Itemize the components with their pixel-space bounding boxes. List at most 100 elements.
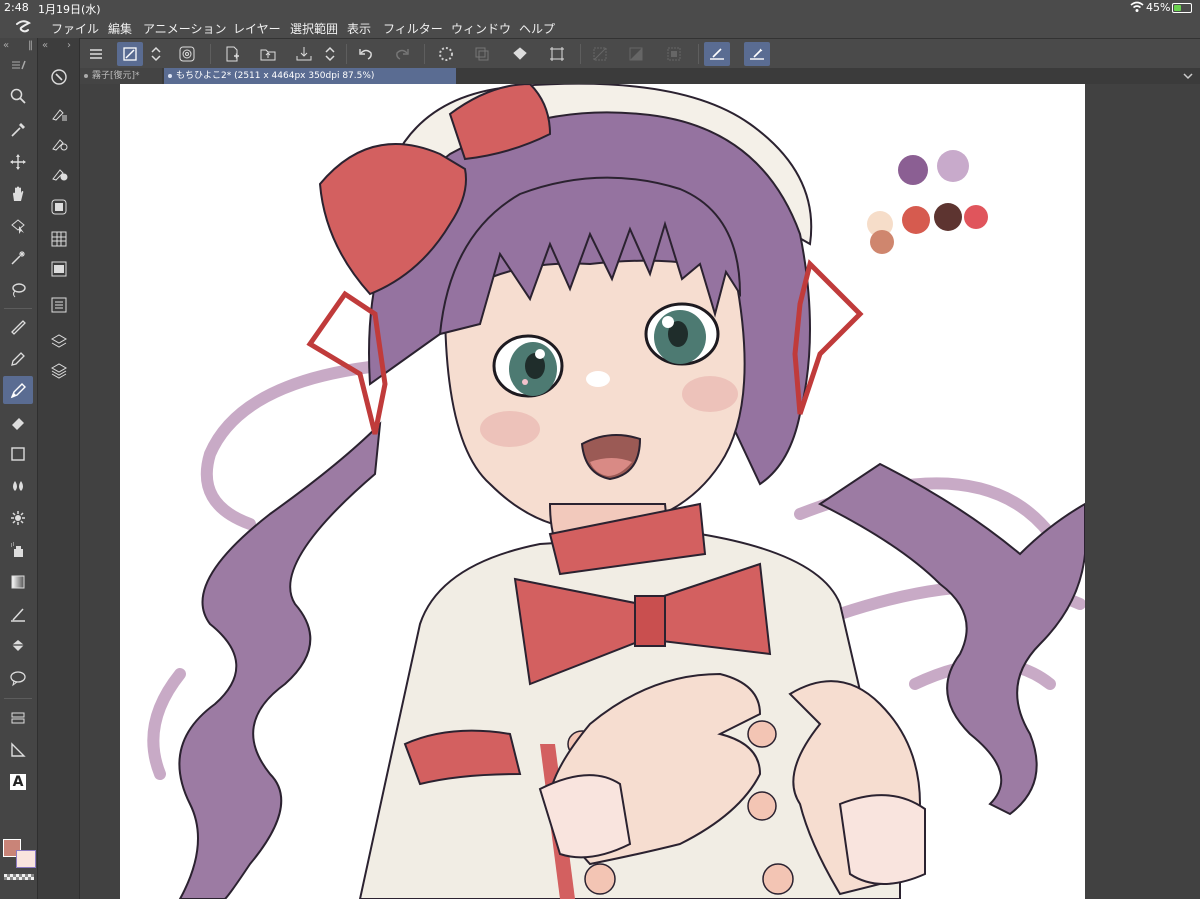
undo-icon[interactable] (353, 42, 379, 66)
blend-icon[interactable] (3, 472, 33, 500)
chevron-right-icon[interactable]: › (67, 40, 71, 51)
color-set-icon[interactable] (48, 196, 70, 218)
menu-icon[interactable] (83, 42, 109, 66)
layers-icon[interactable] (48, 360, 70, 382)
fill-icon[interactable] (507, 42, 533, 66)
tab-dot (168, 74, 172, 78)
text-icon[interactable]: A (3, 768, 33, 796)
tab-label: 霧子[復元]* (92, 71, 140, 81)
canvas-size-icon[interactable] (544, 42, 570, 66)
brush-icon[interactable] (3, 376, 33, 404)
ruler-pen-icon[interactable] (704, 42, 730, 66)
zoom-icon[interactable] (3, 82, 33, 110)
layer-search-icon[interactable] (48, 330, 70, 352)
illustration (147, 84, 1085, 899)
menu-view[interactable]: 表示 (347, 20, 371, 37)
wristband-right (838, 794, 926, 885)
palette-swatch (964, 205, 988, 229)
new-file-icon[interactable] (219, 42, 245, 66)
frame-border-icon[interactable] (3, 704, 33, 732)
gradient-icon[interactable] (3, 568, 33, 596)
sub-color-swatch[interactable] (16, 850, 36, 868)
status-date: 1月19日(水) (38, 3, 101, 16)
ruler-icon[interactable] (3, 600, 33, 628)
clip-studio-logo-icon[interactable] (14, 19, 32, 35)
palette-swatch (870, 230, 894, 254)
menu-filter[interactable]: フィルター (383, 20, 443, 37)
object-select-icon[interactable] (3, 212, 33, 240)
invert-icon[interactable] (661, 42, 687, 66)
move-icon[interactable] (3, 148, 33, 176)
tab-kiriko[interactable]: 霧子[復元]* (80, 68, 162, 84)
tool-palette: « ‖ A (0, 38, 38, 899)
collapse-left-icon[interactable]: « (3, 40, 9, 51)
collapse-left-icon[interactable]: « (42, 40, 48, 51)
hand-icon[interactable] (3, 180, 33, 208)
redo-icon[interactable] (389, 42, 415, 66)
menu-layer[interactable]: レイヤー (233, 20, 281, 37)
menu-animation[interactable]: アニメーション (143, 20, 227, 37)
fill-bucket-icon[interactable] (3, 632, 33, 660)
tab-mochihiyoko[interactable]: もちひよこ2* (2511 x 4464px 350dpi 87.5%) (164, 68, 456, 84)
auto-select-icon[interactable] (3, 244, 33, 272)
right-eye (644, 302, 720, 366)
eraser-icon[interactable] (3, 408, 33, 436)
transparent-color-swatch[interactable] (4, 874, 34, 880)
battery-icon (1172, 3, 1192, 13)
rectangle-icon[interactable] (3, 440, 33, 468)
menu-window[interactable]: ウィンドウ (451, 20, 511, 37)
menu-bar: ファイル 編集 アニメーション レイヤー 選択範囲 表示 フィルター ウィンドウ… (0, 16, 1200, 38)
palette-handle-icon[interactable]: ‖ (28, 40, 33, 51)
airbrush-icon[interactable] (3, 536, 33, 564)
left-eye (492, 334, 564, 398)
intermediate-color-icon[interactable] (48, 228, 70, 250)
sub-tool-icon[interactable] (48, 66, 70, 88)
decoration-icon[interactable] (3, 504, 33, 532)
text-tool-label: A (12, 774, 24, 790)
tool-list-toggle[interactable] (3, 56, 33, 74)
menu-help[interactable]: ヘルプ (519, 20, 555, 37)
lasso-icon[interactable] (3, 276, 33, 304)
palette-swatch (934, 203, 962, 231)
command-separator (580, 44, 581, 64)
canvas-workspace[interactable] (80, 84, 1200, 899)
hide-selection-icon[interactable] (587, 42, 613, 66)
brush-size-icon[interactable] (48, 132, 70, 154)
save-stepper-icon[interactable] (320, 42, 340, 66)
color-wheel-icon[interactable] (48, 162, 70, 184)
eyedropper-icon[interactable] (3, 116, 33, 144)
layer-property-icon[interactable] (48, 294, 70, 316)
lasso-swirl-icon[interactable] (174, 42, 200, 66)
pen-icon[interactable] (3, 312, 33, 340)
menu-selection[interactable]: 選択範囲 (290, 20, 338, 37)
wifi-icon (1130, 1, 1144, 12)
copy-layer-icon[interactable] (469, 42, 495, 66)
command-separator (346, 44, 347, 64)
clear-icon[interactable] (623, 42, 649, 66)
chevron-down-icon[interactable] (1182, 70, 1194, 82)
balloon-icon[interactable] (3, 664, 33, 692)
menu-edit[interactable]: 編集 (108, 20, 132, 37)
battery-percent: 45% (1146, 1, 1171, 14)
command-separator (424, 44, 425, 64)
loading-icon[interactable] (433, 42, 459, 66)
status-time: 2:48 (4, 1, 29, 14)
battery-level (1174, 5, 1181, 11)
document-tab-bar: 霧子[復元]* もちひよこ2* (2511 x 4464px 350dpi 87… (80, 68, 1200, 84)
menu-file[interactable]: ファイル (51, 20, 99, 37)
ruler-snap-icon[interactable] (744, 42, 770, 66)
palette-swatch (902, 206, 930, 234)
stepper-icon[interactable] (146, 42, 166, 66)
nose-highlight (586, 371, 610, 387)
palette-swatch (937, 150, 969, 182)
color-history-icon[interactable] (48, 258, 70, 280)
drawing-canvas[interactable] (120, 84, 1085, 899)
transform-icon[interactable] (117, 42, 143, 66)
open-file-icon[interactable] (255, 42, 281, 66)
pencil-icon[interactable] (3, 344, 33, 372)
save-icon[interactable] (291, 42, 317, 66)
perspective-icon[interactable] (3, 736, 33, 764)
tool-property-icon[interactable] (48, 102, 70, 124)
tool-separator (4, 308, 32, 309)
tool-separator (4, 698, 32, 699)
